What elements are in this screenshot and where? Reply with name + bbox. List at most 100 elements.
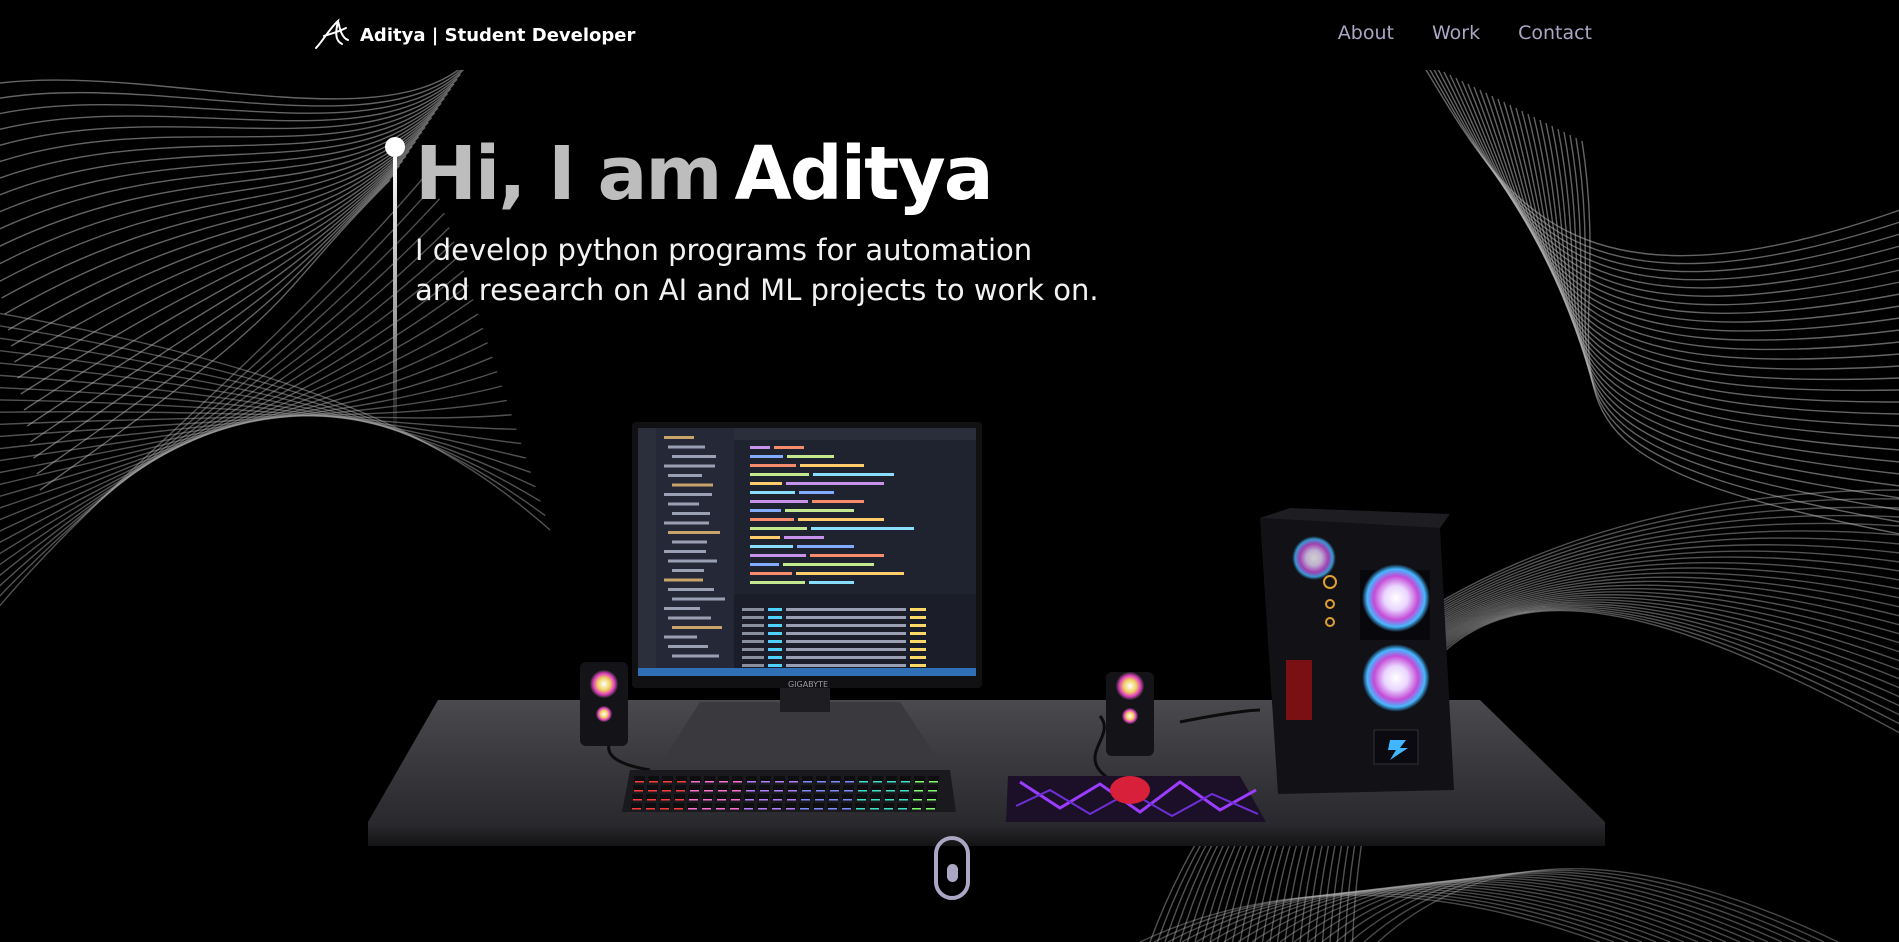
keyboard-key-light <box>901 781 910 783</box>
explorer-file-entry <box>672 455 716 458</box>
keyboard-key-light <box>871 799 880 801</box>
wave-line <box>0 70 460 100</box>
terminal-token <box>768 608 782 611</box>
code-token <box>750 509 781 512</box>
explorer-file-entry <box>664 493 712 496</box>
code-token <box>813 473 894 476</box>
explorer-file-entry <box>668 588 714 591</box>
keyboard-key-light <box>815 799 824 801</box>
keyboard-key-light <box>674 808 683 810</box>
keyboard-key-light <box>747 781 756 783</box>
nav-link-work[interactable]: Work <box>1432 22 1480 44</box>
wave-line <box>0 70 465 115</box>
editor-status-bar <box>638 668 976 676</box>
brand-link[interactable]: Aditya | Student Developer <box>312 18 635 52</box>
explorer-file-entry <box>668 502 699 506</box>
terminal-token <box>768 624 782 627</box>
nav-link-contact[interactable]: Contact <box>1518 22 1592 44</box>
keyboard-key-light <box>872 790 881 792</box>
hero-name: Aditya <box>734 131 994 217</box>
explorer-file-entry <box>668 474 702 477</box>
keyboard-key-light <box>845 781 854 783</box>
code-token <box>787 455 834 458</box>
keyboard-key-light <box>814 808 823 810</box>
keyboard-key-light <box>844 790 853 792</box>
terminal-token <box>742 656 764 659</box>
terminal-token <box>910 624 926 627</box>
explorer-file-entry <box>668 645 708 648</box>
wave-line <box>1437 70 1899 281</box>
speaker-right-tweeter <box>1122 708 1138 724</box>
keyboard-key-light <box>635 781 644 783</box>
wave-line <box>10 136 420 347</box>
explorer-file-entry <box>668 559 717 563</box>
keyboard-key-light <box>675 799 684 801</box>
keyboard-key-light <box>758 808 767 810</box>
keyboard-key-light <box>717 799 726 801</box>
keyboard-key-light <box>859 781 868 783</box>
code-token <box>750 581 805 584</box>
hero-greeting: Hi, I am <box>415 131 723 217</box>
keyboard-key-light <box>760 790 769 792</box>
explorer-file-entry <box>664 521 709 525</box>
keyboard-key-light <box>716 808 725 810</box>
keyboard-key-light <box>789 781 798 783</box>
keyboard-key-light <box>786 808 795 810</box>
terminal-token <box>910 648 926 651</box>
speaker-left-woofer <box>590 670 618 698</box>
computer-desk-3d-scene[interactable]: GIGABYTE <box>360 410 1620 890</box>
terminal-token <box>910 640 926 643</box>
portfolio-page: Aditya | Student Developer About Work Co… <box>0 0 1899 942</box>
keyboard-key-light <box>633 799 642 801</box>
keyboard-key-light <box>731 799 740 801</box>
keyboard-key-light <box>915 781 924 783</box>
mouse-scroll-icon[interactable] <box>934 836 970 900</box>
code-token <box>750 491 795 494</box>
keyboard-key-light <box>761 781 770 783</box>
hero-subtitle-line-2: and research on AI and ML projects to wo… <box>415 273 1099 307</box>
keyboard-key-light <box>719 781 728 783</box>
speaker-left-tweeter <box>596 706 612 722</box>
code-token <box>750 536 780 539</box>
nav-link-about[interactable]: About <box>1338 22 1394 44</box>
code-token <box>784 536 824 539</box>
terminal-token <box>742 632 764 635</box>
explorer-file-entry <box>664 578 703 582</box>
keyboard-key-light <box>647 799 656 801</box>
keyboard-key-light <box>634 790 643 792</box>
code-token <box>810 554 884 557</box>
terminal-token <box>786 616 906 619</box>
keyboard-key-light <box>718 790 727 792</box>
pc-gpu-glow <box>1286 660 1312 720</box>
code-token <box>750 527 807 530</box>
pc-fan-bottom <box>1362 644 1430 712</box>
terminal-token <box>768 632 782 635</box>
hero-subtitle: I develop python programs for automation… <box>415 230 1155 310</box>
terminal-token <box>786 648 906 651</box>
keyboard-key-light <box>831 781 840 783</box>
explorer-file-entry <box>664 550 706 553</box>
terminal-token <box>742 608 764 611</box>
terminal-token <box>742 640 764 643</box>
pc-tower <box>1260 518 1454 794</box>
terminal-token <box>786 632 906 635</box>
code-token <box>750 563 779 566</box>
brand-role-text: Student Developer <box>444 24 636 46</box>
keyboard-key-light <box>703 799 712 801</box>
terminal-token <box>786 656 906 659</box>
keyboard-key-light <box>772 808 781 810</box>
explorer-file-entry <box>664 436 694 439</box>
desk-edge <box>368 822 1605 846</box>
explorer-file-entry <box>664 464 715 468</box>
keyboard-key-light <box>691 781 700 783</box>
terminal-token <box>786 608 906 611</box>
keyboard-key-light <box>928 790 937 792</box>
brand-name: Aditya | Student Developer <box>360 25 635 46</box>
keyboard-key-light <box>857 799 866 801</box>
wave-line <box>0 70 462 107</box>
keyboard-key-light <box>914 790 923 792</box>
explorer-file-entry <box>672 654 719 658</box>
keyboard-key-light <box>816 790 825 792</box>
keyboard-key-light <box>660 808 669 810</box>
terminal-token <box>910 656 926 659</box>
